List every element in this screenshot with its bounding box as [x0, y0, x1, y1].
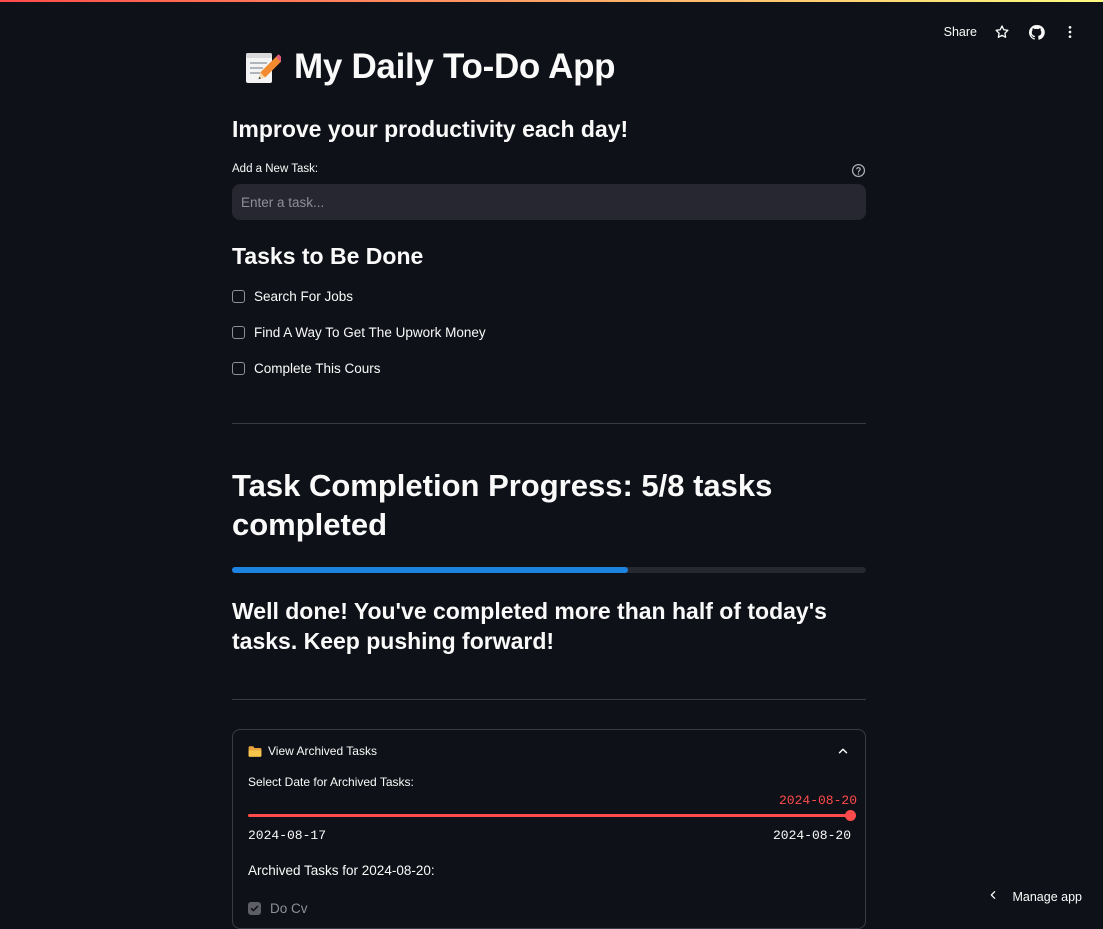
expander-title: View Archived Tasks	[268, 744, 377, 758]
new-task-input[interactable]	[232, 184, 866, 220]
chevron-left-icon	[988, 888, 998, 906]
task-label: Find A Way To Get The Upwork Money	[254, 325, 486, 340]
manage-app-button[interactable]: Manage app	[988, 888, 1082, 906]
task-item[interactable]: Search For Jobs	[232, 289, 353, 304]
archived-task-label: Do Cv	[270, 901, 308, 916]
star-icon[interactable]	[993, 23, 1011, 41]
memo-pencil-icon	[240, 46, 282, 88]
github-icon[interactable]	[1027, 23, 1045, 41]
task-item[interactable]: Find A Way To Get The Upwork Money	[232, 325, 486, 340]
folder-icon	[248, 744, 262, 758]
manage-app-label: Manage app	[1012, 890, 1082, 904]
task-checkbox[interactable]	[232, 290, 245, 303]
expander-header[interactable]: View Archived Tasks	[248, 742, 850, 760]
date-slider-value: 2024-08-20	[779, 793, 857, 808]
date-slider-label: Select Date for Archived Tasks:	[248, 775, 414, 789]
new-task-label: Add a New Task:	[232, 163, 318, 175]
archived-tasks-heading: Archived Tasks for 2024-08-20:	[248, 863, 435, 878]
share-button[interactable]: Share	[944, 25, 977, 39]
task-label: Search For Jobs	[254, 289, 353, 304]
date-slider-thumb[interactable]	[845, 810, 856, 821]
date-slider[interactable]	[248, 814, 851, 817]
help-icon[interactable]	[851, 163, 866, 178]
archived-task-item: Do Cv	[248, 901, 308, 916]
task-item[interactable]: Complete This Cours	[232, 361, 381, 376]
more-vertical-icon[interactable]	[1061, 23, 1079, 41]
top-decoration-bar	[0, 0, 1103, 2]
tasks-heading: Tasks to Be Done	[232, 243, 423, 270]
progress-message: Well done! You've completed more than ha…	[232, 596, 866, 656]
date-slider-max: 2024-08-20	[773, 828, 851, 843]
task-label: Complete This Cours	[254, 361, 381, 376]
archived-task-checkbox	[248, 902, 261, 915]
progress-bar	[232, 567, 866, 573]
progress-heading: Task Completion Progress: 5/8 tasks comp…	[232, 466, 866, 544]
divider	[232, 699, 866, 700]
progress-bar-fill	[232, 567, 628, 573]
app-toolbar: Share	[944, 22, 1079, 42]
chevron-up-icon[interactable]	[836, 744, 850, 758]
page-title: My Daily To-Do App	[294, 47, 615, 87]
date-slider-min: 2024-08-17	[248, 828, 326, 843]
task-checkbox[interactable]	[232, 326, 245, 339]
divider	[232, 423, 866, 424]
title-row: My Daily To-Do App	[240, 46, 615, 88]
archived-tasks-expander: View Archived Tasks Select Date for Arch…	[232, 729, 866, 929]
task-checkbox[interactable]	[232, 362, 245, 375]
page-subtitle: Improve your productivity each day!	[232, 116, 628, 143]
